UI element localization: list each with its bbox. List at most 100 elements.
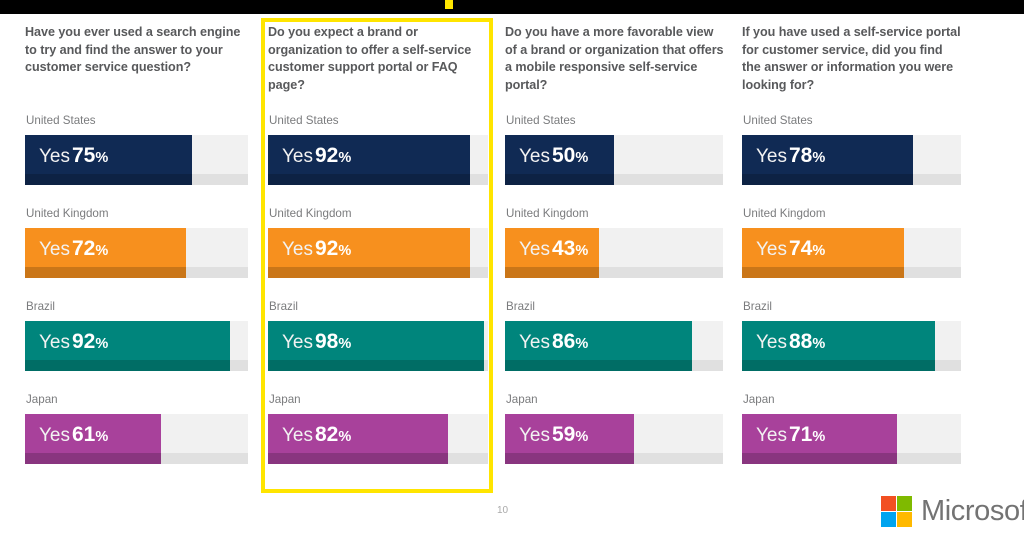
- bar-fill-base: [25, 453, 162, 464]
- bar-fill-base: [25, 174, 193, 185]
- bar-fill-base: [505, 360, 693, 371]
- country-label: United Kingdom: [743, 207, 826, 220]
- microsoft-wordmark: Microsoft: [921, 495, 1024, 527]
- bar-yes-word: Yes: [282, 332, 313, 353]
- bar-fill-base: [505, 453, 634, 464]
- bar-track: Yes50%: [505, 135, 723, 185]
- logo-square-red: [881, 496, 896, 511]
- slide-canvas: Have you ever used a search engine to tr…: [0, 14, 1024, 537]
- bar-yes-word: Yes: [519, 239, 550, 260]
- bar-row: United States Yes75%: [25, 114, 248, 207]
- bar-row: United Kingdom Yes72%: [25, 207, 248, 300]
- bar-track: Yes88%: [742, 321, 961, 371]
- bar-value-number: 72: [72, 237, 96, 260]
- bar-value-number: 75: [72, 144, 96, 167]
- country-label: Japan: [26, 393, 58, 406]
- bar-row: Japan Yes82%: [268, 393, 488, 486]
- survey-column-3: Do you have a more favorable view of a b…: [505, 24, 724, 464]
- bar-percent-sign: %: [812, 336, 826, 352]
- country-label: United States: [743, 114, 813, 127]
- bar-row: United Kingdom Yes43%: [505, 207, 723, 300]
- bar-percent-sign: %: [575, 336, 589, 352]
- microsoft-logo-squares-icon: [881, 496, 912, 527]
- bar-track: Yes59%: [505, 414, 723, 464]
- bar-value-number: 61: [72, 423, 96, 446]
- country-label: United Kingdom: [269, 207, 352, 220]
- country-label: Japan: [743, 393, 775, 406]
- bar-percent-sign: %: [95, 243, 109, 259]
- yellow-tab-marker: [445, 0, 453, 9]
- bar-value-number: 59: [552, 423, 576, 446]
- bar-yes-word: Yes: [519, 332, 550, 353]
- bar-track: Yes61%: [25, 414, 248, 464]
- bar-percent-sign: %: [95, 150, 109, 166]
- bar-percent-sign: %: [95, 336, 109, 352]
- bar-value-number: 92: [72, 330, 96, 353]
- bar-fill-base: [505, 174, 614, 185]
- bar-percent-sign: %: [338, 336, 352, 352]
- bar-yes-word: Yes: [282, 146, 313, 167]
- bar-value-label: Yes88%: [756, 330, 825, 354]
- survey-column-2: Do you expect a brand or organization to…: [268, 24, 488, 464]
- bar-percent-sign: %: [812, 243, 826, 259]
- country-label: Brazil: [26, 300, 55, 313]
- country-label: Brazil: [269, 300, 298, 313]
- bar-percent-sign: %: [575, 243, 589, 259]
- bar-track: Yes98%: [268, 321, 488, 371]
- bar-fill-base: [25, 267, 186, 278]
- bar-value-label: Yes86%: [519, 330, 588, 354]
- survey-column-1: Have you ever used a search engine to tr…: [25, 24, 248, 464]
- bar-track: Yes78%: [742, 135, 961, 185]
- bar-value-number: 50: [552, 144, 576, 167]
- bar-yes-word: Yes: [756, 146, 787, 167]
- bar-percent-sign: %: [812, 429, 826, 445]
- bar-track: Yes71%: [742, 414, 961, 464]
- bar-row: Japan Yes61%: [25, 393, 248, 486]
- country-label: Japan: [506, 393, 538, 406]
- bar-percent-sign: %: [338, 429, 352, 445]
- bar-fill-base: [268, 360, 484, 371]
- bar-track: Yes82%: [268, 414, 488, 464]
- country-label: United Kingdom: [26, 207, 109, 220]
- bar-value-number: 86: [552, 330, 576, 353]
- bar-yes-word: Yes: [756, 239, 787, 260]
- question-text: Do you expect a brand or organization to…: [268, 25, 472, 92]
- bar-fill-base: [268, 174, 471, 185]
- bar-track: Yes74%: [742, 228, 961, 278]
- country-label: Japan: [269, 393, 301, 406]
- bar-value-label: Yes61%: [39, 423, 108, 447]
- bar-value-label: Yes59%: [519, 423, 588, 447]
- bar-track: Yes72%: [25, 228, 248, 278]
- bar-yes-word: Yes: [282, 425, 313, 446]
- country-label: United States: [26, 114, 96, 127]
- page-number: 10: [497, 505, 509, 516]
- bar-yes-word: Yes: [39, 425, 70, 446]
- bar-value-number: 74: [789, 237, 813, 260]
- bar-fill-base: [742, 360, 935, 371]
- bar-value-label: Yes50%: [519, 144, 588, 168]
- bar-yes-word: Yes: [756, 425, 787, 446]
- bar-yes-word: Yes: [39, 332, 70, 353]
- bar-row: Brazil Yes86%: [505, 300, 723, 393]
- bar-yes-word: Yes: [519, 425, 550, 446]
- bar-value-label: Yes92%: [282, 237, 351, 261]
- logo-square-green: [897, 496, 912, 511]
- question-text: If you have used a self-service portal f…: [742, 25, 961, 92]
- bar-value-number: 78: [789, 144, 813, 167]
- top-black-band: [0, 0, 1024, 14]
- bar-yes-word: Yes: [39, 146, 70, 167]
- bar-value-number: 82: [315, 423, 339, 446]
- country-label: Brazil: [743, 300, 772, 313]
- bar-value-number: 92: [315, 237, 339, 260]
- bar-yes-word: Yes: [756, 332, 787, 353]
- bar-value-number: 98: [315, 330, 339, 353]
- bar-value-number: 71: [789, 423, 813, 446]
- country-label: United States: [269, 114, 339, 127]
- bar-value-number: 88: [789, 330, 813, 353]
- bar-fill-base: [268, 453, 449, 464]
- bar-row: Japan Yes71%: [742, 393, 961, 486]
- bar-value-label: Yes92%: [282, 144, 351, 168]
- bar-percent-sign: %: [95, 429, 109, 445]
- bar-row: Japan Yes59%: [505, 393, 723, 486]
- bar-track: Yes75%: [25, 135, 248, 185]
